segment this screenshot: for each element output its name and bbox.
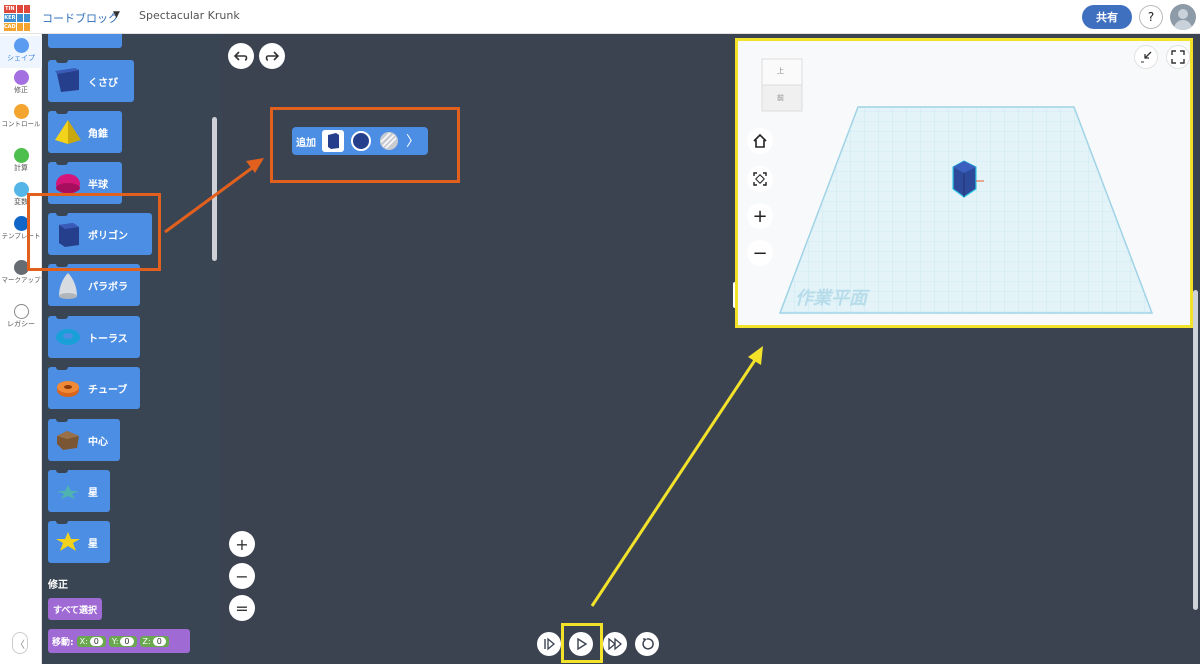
y-label: Y: [111,636,119,646]
step-icon[interactable] [537,632,561,656]
shape-block-center[interactable]: 中心 [48,418,120,461]
category-modify[interactable]: 修正 [0,70,42,95]
shape-block-pyramid[interactable]: 角錐 [48,110,122,153]
move-z-field[interactable]: Z: 0 [139,635,169,647]
paraboloid-icon [48,265,88,305]
center-icon [48,420,88,460]
document-title[interactable]: Spectacular Krunk [139,9,240,22]
torus-icon [48,317,88,357]
shape-block-label: 中心 [88,436,108,448]
category-label: レガシー [7,320,35,328]
logo-text-1: TIN [4,5,16,13]
chevron-down-icon[interactable]: ▼ [113,10,120,20]
avatar[interactable] [1170,4,1196,30]
shape-block-label: くさび [88,77,118,89]
move-x-field[interactable]: X: 0 [76,635,106,647]
z-value[interactable]: 0 [152,636,166,646]
x-value[interactable]: 0 [89,636,103,646]
category-legacy[interactable]: レガシー [0,304,42,329]
collapse-panel-button[interactable]: 〈 [12,632,28,654]
category-label: シェイプ [7,54,35,62]
select-all-block[interactable]: すべて選択 [48,598,102,620]
shape-block-label: トーラス [88,333,128,345]
move-y-field[interactable]: Y: 0 [108,635,137,647]
star-icon [48,471,88,511]
viewer-scrollbar[interactable] [1193,290,1198,610]
shape-block-torus[interactable]: トーラス [48,315,140,358]
share-button[interactable]: 共有 [1082,5,1132,29]
y-value[interactable]: 0 [120,636,134,646]
redo-icon[interactable] [259,43,285,69]
pyramid-icon [48,112,88,152]
shape-block-label: パラボラ [88,281,128,293]
category-dot-icon [13,38,29,53]
zoom-reset-button[interactable]: = [229,595,255,621]
zoom-out-button[interactable]: − [229,563,255,589]
shape-block-label: チューブ [88,384,128,396]
shape-block-wedge[interactable]: くさび [48,59,134,102]
category-dot-icon [13,70,29,85]
mode-selector[interactable]: コードブロック [42,10,119,26]
shape-block-star[interactable]: 星 [48,469,110,512]
category-label: コントロール [1,120,41,128]
tube-icon [48,368,88,408]
shape-block-star-2[interactable]: 星 [48,520,110,563]
section-heading-modify: 修正 [48,580,68,591]
shape-block-label: 星 [88,487,98,499]
category-dot-icon [13,148,29,163]
move-label: 移動: [52,637,74,648]
palette-scrollbar[interactable] [212,117,217,261]
help-button[interactable]: ? [1139,5,1163,29]
category-dot-icon [13,104,29,119]
highlight-viewer [735,38,1193,328]
highlight-add-block [270,107,460,183]
category-control[interactable]: コントロール [0,104,42,129]
highlight-polygon-block [27,193,161,271]
reset-icon[interactable] [635,632,659,656]
category-rail: シェイプ 修正 コントロール 計算 変数 テンプレート マークアップ レガシー [0,34,42,664]
star-yellow-icon [48,522,88,562]
category-math[interactable]: 計算 [0,148,42,173]
undo-icon[interactable] [228,43,254,69]
top-bar: TIN KER CAD コードブロック ▼ Spectacular Krunk … [0,0,1200,34]
fast-forward-icon[interactable] [603,632,627,656]
move-block[interactable]: 移動: X: 0 Y: 0 Z: 0 [48,629,190,653]
category-label: 修正 [14,86,28,94]
wedge-icon [48,61,88,101]
zoom-in-button[interactable]: + [229,531,255,557]
shape-block-tube[interactable]: チューブ [48,366,140,409]
x-label: X: [79,636,88,646]
shape-block-label: 角錐 [88,128,108,140]
logo-text-3: CAD [4,23,16,31]
category-label: 計算 [14,164,28,172]
category-label: マークアップ [1,276,41,284]
highlight-play-button [561,623,603,663]
category-dot-icon [13,304,29,319]
logo-text-2: KER [4,14,16,22]
shape-block-label: 半球 [88,179,108,191]
shape-block-label: 星 [88,538,98,550]
tinkercad-logo[interactable]: TIN KER CAD [4,5,30,31]
shape-block-partial[interactable] [48,34,122,48]
category-shapes[interactable]: シェイプ [0,36,42,68]
z-label: Z: [142,636,151,646]
